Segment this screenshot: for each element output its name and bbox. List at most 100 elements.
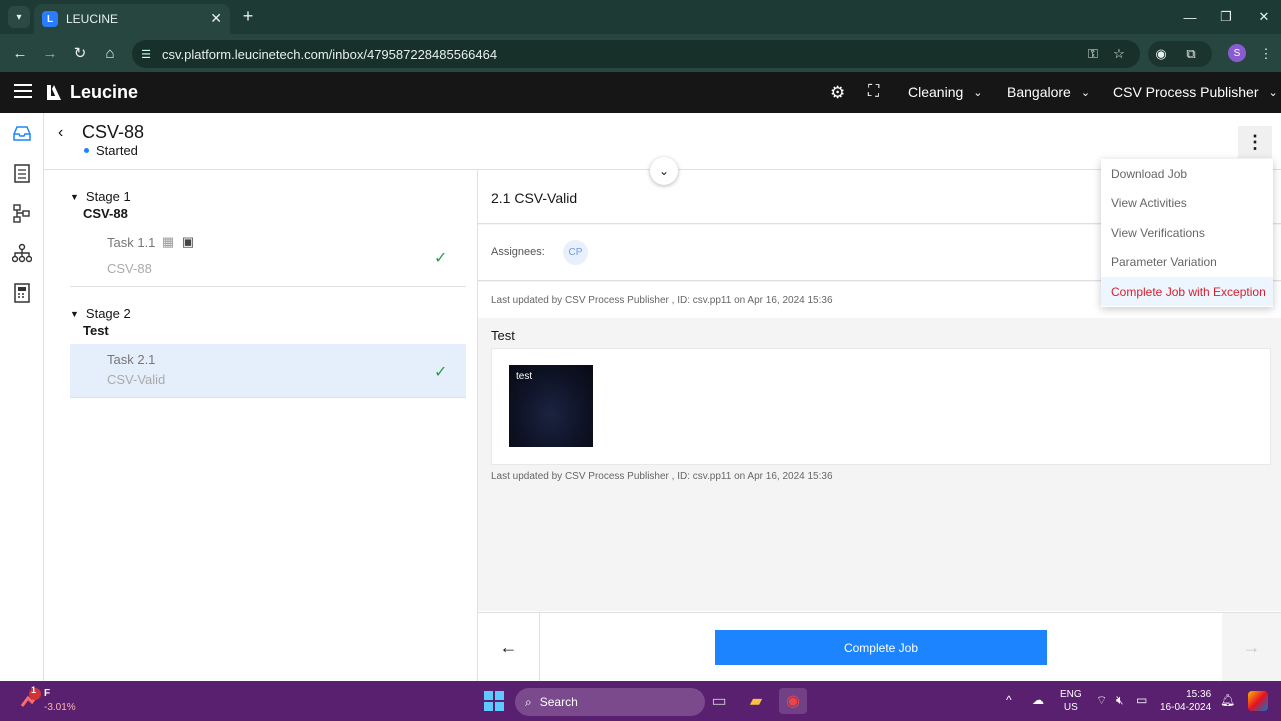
window-close-icon[interactable]: ✕: [1252, 6, 1276, 28]
lang-line2: US: [1063, 702, 1078, 713]
notification-count: 1: [31, 685, 37, 695]
task-view-icon[interactable]: ▭: [705, 688, 733, 714]
next-task-arrow-icon[interactable]: →: [1222, 613, 1281, 681]
checklist-icon[interactable]: [10, 161, 34, 185]
process-flow-icon[interactable]: [10, 201, 34, 225]
stage-2-toggle[interactable]: ▼ Stage 2: [70, 306, 131, 321]
battery-icon[interactable]: ▭: [1136, 693, 1147, 707]
system-clock[interactable]: 15:36 16-04-2024: [1160, 688, 1211, 714]
browser-menu-icon[interactable]: ⋮: [1256, 44, 1276, 64]
stage-name: Test: [83, 323, 109, 338]
tab-close-icon[interactable]: ✕: [210, 10, 222, 27]
role-label: CSV Process Publisher: [1113, 84, 1259, 100]
browser-tab[interactable]: L LEUCINE ✕: [34, 4, 230, 34]
tab-search-button[interactable]: ▾: [8, 6, 30, 28]
input-language[interactable]: ENG US: [1060, 688, 1082, 714]
tray-overflow-chevron-icon[interactable]: ^: [1006, 693, 1012, 707]
clock-date: 16-04-2024: [1160, 702, 1212, 713]
bookmark-star-icon[interactable]: ☆: [1109, 44, 1129, 64]
job-status: Started: [84, 143, 138, 158]
schedule-calendar-icon: ▦: [161, 234, 175, 249]
chevron-down-icon: ⌄: [973, 86, 983, 99]
profile-avatar[interactable]: S: [1228, 44, 1246, 62]
site-info-icon[interactable]: ☰: [138, 46, 154, 62]
forward-arrow-icon[interactable]: →: [40, 43, 60, 63]
facility-selector[interactable]: Bangalore ⌄: [1007, 84, 1090, 100]
clock-time: 15:36: [1186, 689, 1212, 700]
media-caption: test: [516, 371, 533, 382]
onedrive-cloud-icon[interactable]: ☁: [1032, 693, 1044, 707]
caret-down-icon: ▼: [70, 191, 79, 202]
tab-title: LEUCINE: [66, 12, 119, 26]
collapse-header-chevron-icon[interactable]: ⌄: [650, 157, 678, 185]
search-icon: ⌕: [525, 694, 532, 709]
file-explorer-icon[interactable]: ▰: [742, 688, 770, 714]
task-complete-check-icon: ✓: [434, 364, 448, 381]
minimize-icon[interactable]: —: [1178, 6, 1202, 28]
hierarchy-icon[interactable]: [10, 241, 34, 265]
wifi-icon[interactable]: ⌔: [1096, 693, 1107, 708]
scan-icon[interactable]: ⛶: [868, 83, 879, 101]
task-label: Task 1.1: [107, 235, 156, 250]
task-name: CSV-88: [107, 261, 152, 276]
copilot-icon[interactable]: [1248, 691, 1268, 711]
chevron-down-icon: ⌄: [1268, 86, 1278, 99]
new-tab-button[interactable]: +: [238, 6, 258, 26]
reports-icon[interactable]: [10, 281, 34, 305]
role-selector[interactable]: CSV Process Publisher ⌄: [1113, 84, 1278, 100]
leucine-favicon-icon: L: [42, 11, 58, 27]
brand-name: Leucine: [70, 82, 139, 102]
address-bar[interactable]: csv.platform.leucinetech.com/inbox/47958…: [132, 40, 1140, 68]
status-dot-icon: [84, 148, 89, 153]
lang-line1: ENG: [1060, 689, 1082, 700]
stage-label: Stage 2: [85, 306, 131, 321]
due-calendar-icon: ▣: [181, 234, 195, 249]
menu-item-view-activities[interactable]: View Activities: [1101, 188, 1273, 217]
chevron-down-icon: ⌄: [1080, 86, 1091, 99]
assignees-label: Assignees:: [491, 246, 545, 258]
inbox-icon[interactable]: [10, 121, 34, 145]
caret-down-icon: ▼: [70, 308, 79, 319]
stock-change: -3.01%: [44, 702, 76, 713]
previous-task-arrow-icon[interactable]: ←: [478, 613, 540, 681]
task-last-updated: Last updated by CSV Process Publisher , …: [491, 295, 833, 306]
menu-item-parameter-variation[interactable]: Parameter Variation: [1101, 247, 1273, 276]
job-more-menu-button[interactable]: ⋮: [1238, 126, 1272, 158]
stock-widget[interactable]: 1 F -3.01%: [20, 685, 80, 716]
parameter-label: Test: [491, 328, 515, 343]
volume-muted-icon[interactable]: 🔇︎: [1116, 693, 1124, 708]
stock-label: F: [44, 688, 51, 699]
search-label: Search: [539, 695, 578, 709]
extensions-puzzle-icon[interactable]: ⧉: [1181, 44, 1201, 64]
taskbar-search[interactable]: ⌕ Search: [515, 688, 705, 716]
leucine-logo-icon: [47, 84, 61, 100]
module-selector[interactable]: Cleaning ⌄: [908, 84, 982, 100]
reload-icon[interactable]: ↻: [70, 43, 90, 63]
chrome-app-icon[interactable]: ◉: [779, 688, 807, 714]
complete-job-button[interactable]: Complete Job: [715, 630, 1047, 665]
windows-start-icon[interactable]: [484, 691, 504, 711]
media-parameter-card: [491, 348, 1271, 465]
back-arrow-icon[interactable]: ←: [10, 43, 30, 63]
task-label: Task 2.1: [107, 352, 156, 367]
menu-item-view-verifications[interactable]: View Verifications: [1101, 218, 1273, 247]
facility-label: Bangalore: [1007, 84, 1071, 100]
restore-icon[interactable]: ❐: [1214, 6, 1238, 28]
task-name: CSV-Valid: [107, 372, 166, 387]
job-status-text: Started: [96, 143, 138, 158]
hamburger-menu-icon[interactable]: [14, 84, 32, 100]
menu-item-complete-with-exception[interactable]: Complete Job with Exception: [1101, 277, 1273, 306]
stage-1-toggle[interactable]: ▼ Stage 1: [70, 189, 131, 204]
leucine-logo: Leucine: [44, 82, 138, 103]
settings-gear-icon[interactable]: ⚙: [830, 83, 845, 103]
menu-item-download-job[interactable]: Download Job: [1101, 159, 1273, 188]
camera-icon[interactable]: ◉: [1151, 44, 1171, 64]
back-chevron-icon[interactable]: ‹: [58, 124, 63, 142]
left-nav-rail: [0, 113, 44, 681]
stage-label: Stage 1: [85, 189, 131, 204]
password-key-icon[interactable]: ⚿: [1083, 44, 1103, 64]
assignee-avatar[interactable]: CP: [563, 240, 588, 265]
module-label: Cleaning: [908, 84, 964, 100]
notification-bell-icon[interactable]: 🔔︎: [1220, 693, 1235, 707]
home-icon[interactable]: ⌂: [100, 43, 120, 63]
